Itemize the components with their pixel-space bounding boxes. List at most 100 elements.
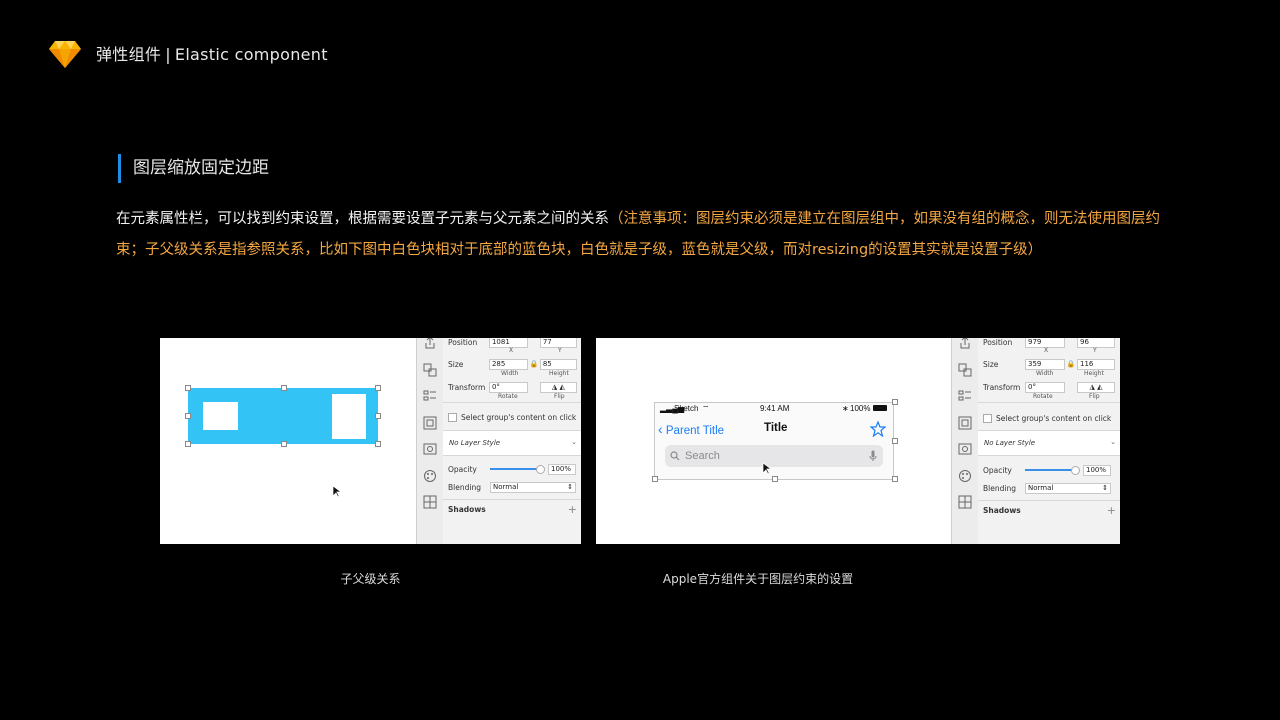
- divider: [978, 402, 1120, 403]
- flip-label: Flip: [554, 393, 565, 400]
- divider: [978, 455, 1120, 456]
- inspector-panel: Position 1081 77 X Y Size 285 🔒 85 Width…: [443, 338, 581, 544]
- child-white-block-right: [332, 394, 366, 439]
- opacity-label: Opacity: [448, 464, 477, 474]
- x-label: X: [509, 347, 514, 354]
- select-group-checkbox[interactable]: [448, 412, 457, 422]
- align-icon[interactable]: [958, 389, 972, 403]
- caption-left: 子父级关系: [340, 572, 401, 586]
- sketch-logo-icon: [49, 41, 81, 68]
- stepper-icon: ⇕: [567, 482, 573, 491]
- resize-handle[interactable]: [185, 385, 191, 391]
- blending-select[interactable]: Normal ⇕: [490, 481, 576, 493]
- transform-row: Transform 0° ◮ ◭: [448, 380, 578, 394]
- export-icon[interactable]: [958, 338, 972, 350]
- layer-style-value: No Layer Style: [984, 439, 1036, 447]
- grid-icon[interactable]: [958, 495, 972, 509]
- selection-outline: [654, 402, 894, 480]
- palette-icon[interactable]: [423, 469, 437, 483]
- y-label: Y: [1093, 347, 1097, 354]
- resize-handle[interactable]: [892, 476, 898, 482]
- symbol-icon[interactable]: [958, 442, 972, 456]
- align-icon[interactable]: [423, 389, 437, 403]
- resize-handle[interactable]: [185, 413, 191, 419]
- resize-handle[interactable]: [892, 399, 898, 405]
- height-label: Height: [1084, 370, 1104, 377]
- divider: [978, 500, 1120, 501]
- resize-constraint-icon[interactable]: [423, 363, 437, 377]
- opacity-row: Opacity 100%: [983, 463, 1116, 477]
- select-group-row[interactable]: Select group's content on click: [448, 410, 577, 424]
- shadows-label: Shadows: [983, 505, 1021, 515]
- position-label: Position: [448, 338, 478, 347]
- inspector-toolbar: [416, 338, 445, 544]
- opacity-field[interactable]: 100%: [548, 463, 576, 475]
- opacity-label: Opacity: [983, 465, 1012, 475]
- add-shadow-button[interactable]: +: [1107, 504, 1116, 517]
- palette-icon[interactable]: [958, 469, 972, 483]
- resize-handle[interactable]: [652, 476, 658, 482]
- blending-value: Normal: [1028, 483, 1054, 492]
- lock-icon[interactable]: 🔒: [1065, 360, 1077, 368]
- opacity-slider[interactable]: [490, 465, 545, 474]
- stepper-icon: ⇕: [1102, 483, 1108, 492]
- rotate-field[interactable]: 0°: [488, 381, 529, 393]
- select-group-checkbox[interactable]: [983, 413, 992, 423]
- resize-handle[interactable]: [375, 441, 381, 447]
- slider-knob[interactable]: [536, 465, 545, 474]
- header: 弹性组件 | Elastic component: [48, 36, 328, 70]
- opacity-field[interactable]: 100%: [1083, 464, 1111, 476]
- size-row: Size 359 🔒 116: [983, 357, 1116, 371]
- height-label: Height: [549, 370, 569, 377]
- layout-icon[interactable]: [423, 416, 437, 430]
- height-field[interactable]: 85: [539, 358, 578, 370]
- symbol-icon[interactable]: [423, 442, 437, 456]
- layout-icon[interactable]: [958, 416, 972, 430]
- add-shadow-button[interactable]: +: [568, 503, 577, 516]
- rotate-field[interactable]: 0°: [1025, 381, 1065, 393]
- opacity-slider[interactable]: [1025, 466, 1080, 475]
- resize-handle[interactable]: [375, 413, 381, 419]
- resize-constraint-icon[interactable]: [958, 363, 972, 377]
- export-icon[interactable]: [423, 338, 437, 350]
- transform-label: Transform: [983, 382, 1021, 392]
- resize-handle[interactable]: [892, 438, 898, 444]
- child-white-block-left: [203, 402, 238, 430]
- y-label: Y: [558, 347, 562, 354]
- width-label: Width: [501, 370, 519, 377]
- header-title: 弹性组件 | Elastic component: [96, 41, 328, 65]
- grid-icon[interactable]: [423, 495, 437, 509]
- lock-icon[interactable]: 🔒: [528, 360, 540, 368]
- layer-style-dropdown[interactable]: No Layer Style ⌄: [978, 431, 1120, 455]
- rotate-label: Rotate: [1033, 393, 1053, 400]
- header-title-cn: 弹性组件: [96, 45, 162, 64]
- inspector-toolbar: [951, 338, 980, 544]
- resize-handle[interactable]: [185, 441, 191, 447]
- select-group-row[interactable]: Select group's content on click: [983, 411, 1116, 425]
- flip-buttons[interactable]: ◮ ◭: [1077, 381, 1115, 393]
- chevron-down-icon: ⌄: [1110, 438, 1116, 446]
- width-field[interactable]: 359: [1025, 358, 1065, 370]
- resize-handle[interactable]: [772, 476, 778, 482]
- width-label: Width: [1036, 370, 1054, 377]
- blending-select[interactable]: Normal ⇕: [1025, 482, 1111, 494]
- size-label: Size: [448, 359, 464, 369]
- layer-style-dropdown[interactable]: No Layer Style ⌄: [443, 431, 581, 455]
- description-paragraph: 在元素属性栏，可以找到约束设置，根据需要设置子元素与父元素之间的关系（注意事项：…: [116, 204, 1166, 266]
- shadows-label: Shadows: [448, 504, 486, 514]
- resize-handle[interactable]: [375, 385, 381, 391]
- screenshot-apple-component: ▂▃▄▅ Sketch ⌔ 9:41 AM ∗ 100% ‹ Parent Ti…: [596, 338, 1120, 544]
- blending-value: Normal: [493, 482, 519, 491]
- flip-buttons[interactable]: ◮ ◭: [539, 381, 578, 393]
- blending-row: Blending Normal ⇕: [448, 480, 577, 494]
- header-separator: |: [165, 45, 171, 64]
- select-group-label: Select group's content on click: [996, 413, 1112, 423]
- transform-row: Transform 0° ◮ ◭: [983, 380, 1116, 394]
- cursor-icon: [332, 485, 341, 498]
- slider-knob[interactable]: [1071, 466, 1080, 475]
- resize-handle[interactable]: [281, 441, 287, 447]
- resize-handle[interactable]: [281, 385, 287, 391]
- screenshot-parent-child: Position 1081 77 X Y Size 285 🔒 85 Width…: [160, 338, 581, 544]
- width-field[interactable]: 285: [488, 358, 529, 370]
- height-field[interactable]: 116: [1077, 358, 1115, 370]
